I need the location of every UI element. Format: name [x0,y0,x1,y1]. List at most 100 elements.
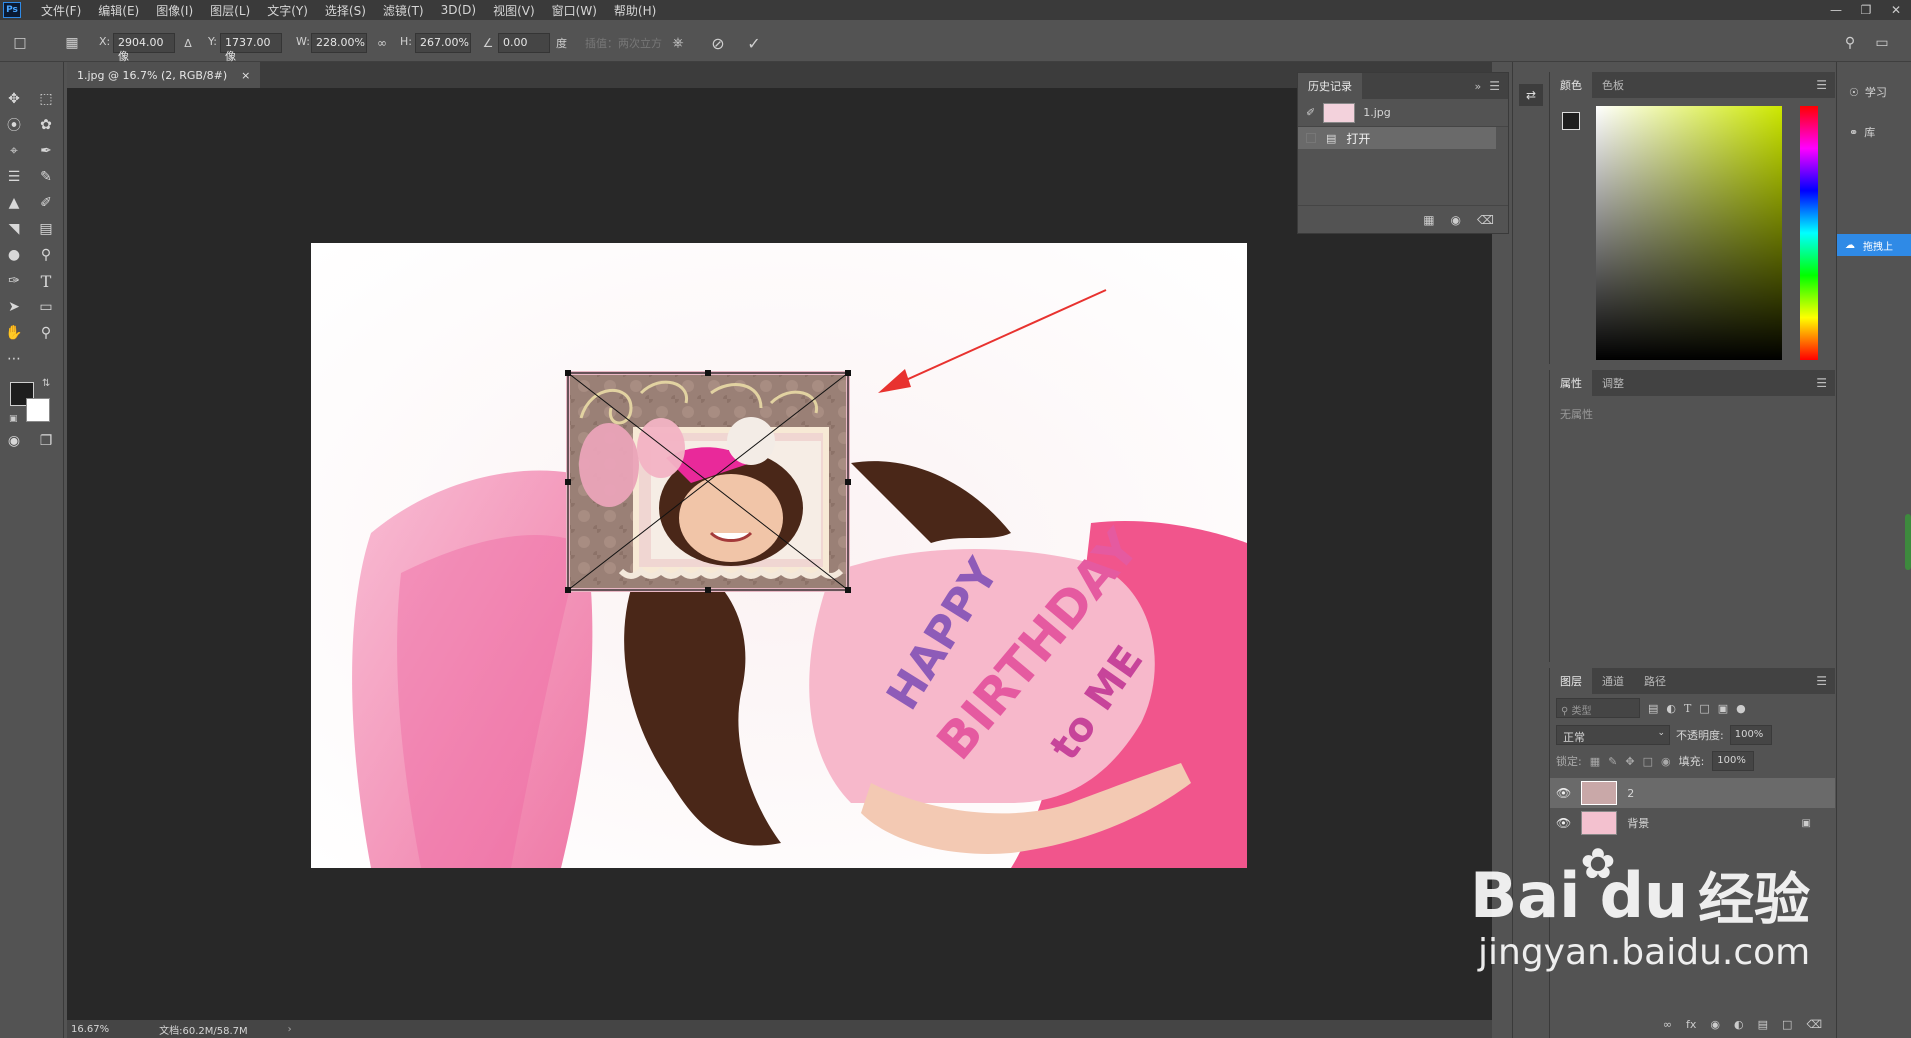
quick-mask-icon[interactable]: ◉ [2,430,26,452]
hue-slider[interactable] [1800,106,1818,360]
filter-shape-icon[interactable]: □ [1699,702,1709,715]
snapshot-camera-icon[interactable]: ◉ [1451,213,1461,227]
tab-paths[interactable]: 路径 [1634,668,1676,694]
path-select-icon[interactable]: ➤ [2,296,26,318]
add-mask-icon[interactable]: ◉ [1710,1018,1720,1031]
adjustment-layer-icon[interactable]: ◐ [1734,1018,1744,1031]
tab-close-icon[interactable]: × [241,69,250,82]
move-tool-icon[interactable]: ✥ [2,88,26,110]
lock-all-icon[interactable]: ◉ [1661,755,1671,768]
menu-select[interactable]: 选择(S) [325,2,366,19]
link-icon[interactable]: ∞ [372,33,392,53]
history-checkbox[interactable] [1306,133,1316,143]
layer-name[interactable]: 2 [1627,787,1634,800]
history-collapsed-icon[interactable]: ⇄ [1519,84,1543,106]
lock-transparency-icon[interactable]: ▦ [1590,755,1600,768]
rectangle-tool-icon[interactable]: ▭ [34,296,58,318]
history-snapshot-row[interactable]: ✐ 1.jpg [1298,99,1508,127]
menu-file[interactable]: 文件(F) [41,2,81,19]
quick-select-tool-icon[interactable]: ✿ [34,114,58,136]
interpolation-label[interactable]: 插值：两次立方 [585,35,662,51]
menu-help[interactable]: 帮助(H) [614,2,656,19]
tab-swatches[interactable]: 色板 [1592,72,1634,98]
screen-mode-icon[interactable]: ❐ [34,430,58,452]
filter-adjustment-icon[interactable]: ◐ [1666,702,1676,715]
hand-tool-icon[interactable]: ✋ [2,322,26,344]
healing-brush-icon[interactable]: ☰ [2,166,26,188]
clone-stamp-icon[interactable]: ▲ [2,192,26,214]
layer-name[interactable]: 背景 [1627,815,1649,831]
type-tool-icon[interactable]: T [34,270,58,292]
side-scroll-handle[interactable] [1905,514,1911,570]
background-color-swatch[interactable] [26,398,50,422]
default-colors-icon[interactable]: ▣ [9,414,18,424]
lock-pixels-icon[interactable]: ✎ [1608,755,1617,768]
warp-icon[interactable]: ⎈ [668,33,688,53]
tab-color[interactable]: 颜色 [1550,72,1592,98]
history-brush-icon[interactable]: ✐ [34,192,58,214]
blur-tool-icon[interactable]: ● [2,244,26,266]
x-field[interactable]: 2904.00 像 [113,33,175,63]
new-layer-icon[interactable]: □ [1782,1018,1792,1031]
angle-field[interactable]: 0.00 [498,33,550,53]
cancel-transform-icon[interactable]: ⊘ [708,33,728,53]
pen-tool-icon[interactable]: ✑ [2,270,26,292]
color-fg-swatch[interactable] [1562,112,1580,130]
delete-icon[interactable]: ⌫ [1477,213,1494,227]
close-window-icon[interactable]: ✕ [1881,0,1911,20]
transform-tool-icon[interactable]: □ [10,33,30,53]
properties-panel-menu-icon[interactable]: ☰ [1816,376,1827,390]
lasso-tool-icon[interactable]: ⦿ [2,114,26,136]
link-layers-icon[interactable]: ∞ [1663,1018,1672,1031]
tab-layers[interactable]: 图层 [1550,668,1592,694]
height-field[interactable]: 267.00% [415,33,471,53]
history-brush-source-icon[interactable]: ✐ [1306,106,1315,119]
document-tab[interactable]: 1.jpg @ 16.7% (2, RGB/8#) × [67,62,261,88]
menu-type[interactable]: 文字(Y) [267,2,308,19]
tab-properties[interactable]: 属性 [1550,370,1592,396]
document-canvas[interactable]: HAPPY BIRTHDAY to ME [311,243,1247,868]
panel-expand-icon[interactable]: » [1475,80,1482,93]
color-field[interactable] [1596,106,1782,360]
new-group-icon[interactable]: ▤ [1758,1018,1768,1031]
delete-layer-icon[interactable]: ⌫ [1806,1018,1822,1031]
zoom-tool-icon[interactable]: ⚲ [34,322,58,344]
swap-colors-icon[interactable]: ⇅ [42,378,50,389]
layer-row-2[interactable]: 👁 2 [1550,778,1835,808]
y-field[interactable]: 1737.00 像 [220,33,282,63]
menu-layer[interactable]: 图层(L) [210,2,250,19]
filter-type-icon[interactable]: T [1684,702,1691,715]
menu-3d[interactable]: 3D(D) [441,3,476,17]
search-icon[interactable]: ⚲ [1840,33,1860,53]
minimize-icon[interactable]: — [1821,0,1851,20]
filter-pixel-icon[interactable]: ▤ [1648,702,1658,715]
tab-channels[interactable]: 通道 [1592,668,1634,694]
fx-icon[interactable]: fx [1686,1018,1696,1031]
visibility-eye-icon[interactable]: 👁 [1556,786,1571,800]
more-tools-icon[interactable]: ⋯ [2,348,26,370]
lock-position-icon[interactable]: ✥ [1625,755,1634,768]
menu-filter[interactable]: 滤镜(T) [383,2,424,19]
fill-field[interactable]: 100% [1712,751,1755,771]
learn-button[interactable]: ☉ 学习 [1849,84,1887,100]
menu-edit[interactable]: 编辑(E) [98,2,139,19]
workspace-icon[interactable]: ▭ [1872,33,1892,53]
panel-menu-icon[interactable]: ☰ [1489,79,1500,93]
brush-tool-icon[interactable]: ✎ [34,166,58,188]
gradient-tool-icon[interactable]: ▤ [34,218,58,240]
commit-transform-icon[interactable]: ✓ [744,33,764,53]
color-panel-menu-icon[interactable]: ☰ [1816,78,1827,92]
layers-panel-menu-icon[interactable]: ☰ [1816,674,1827,688]
new-document-from-state-icon[interactable]: ▦ [1423,213,1434,227]
history-step-open[interactable]: ▤ 打开 [1298,127,1496,149]
zoom-level[interactable]: 16.67% [71,1024,109,1035]
opacity-field[interactable]: 100% [1729,725,1772,745]
width-field[interactable]: 228.00% [311,33,367,53]
layer-filter-dropdown[interactable]: ⚲ 类型 [1556,698,1640,718]
marquee-tool-icon[interactable]: ⬚ [34,88,58,110]
crop-tool-icon[interactable]: ⌖ [2,140,26,162]
menu-window[interactable]: 窗口(W) [552,2,597,19]
restore-icon[interactable]: ❐ [1851,0,1881,20]
layer-row-background[interactable]: 👁 背景 ▣ [1550,808,1835,838]
visibility-eye-icon[interactable]: 👁 [1556,816,1571,830]
